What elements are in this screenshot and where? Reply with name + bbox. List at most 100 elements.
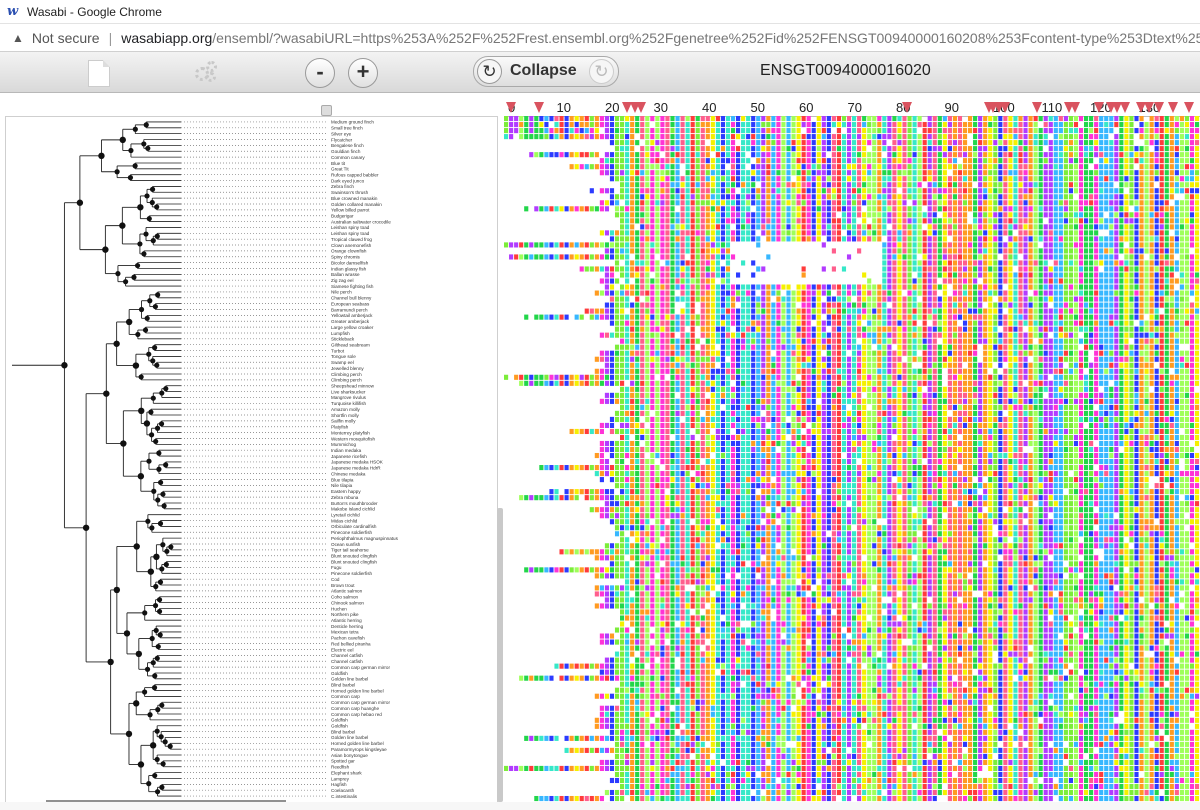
tree-node[interactable] xyxy=(145,145,151,151)
tree-node[interactable] xyxy=(154,728,160,734)
tree-node[interactable] xyxy=(148,409,154,415)
tree-node[interactable] xyxy=(153,583,159,590)
tree-node[interactable] xyxy=(154,756,160,763)
tree-node[interactable] xyxy=(146,351,152,357)
tree-node[interactable] xyxy=(156,597,163,603)
ruler-marker[interactable] xyxy=(902,102,912,113)
tree-node[interactable] xyxy=(160,491,166,497)
tree-node[interactable] xyxy=(149,432,155,438)
url-path[interactable]: /ensembl/?wasabiURL=https%253A%252F%252F… xyxy=(212,30,1200,46)
tree-node[interactable] xyxy=(141,689,148,695)
tree-node[interactable] xyxy=(157,520,164,527)
ruler-marker[interactable] xyxy=(1168,102,1178,113)
tree-node[interactable] xyxy=(82,524,90,531)
tree-node[interactable] xyxy=(119,136,126,144)
tree-node[interactable] xyxy=(138,407,145,415)
tree-node[interactable] xyxy=(147,712,153,718)
vertical-scrollbar[interactable] xyxy=(497,508,503,802)
tree-node[interactable] xyxy=(151,488,157,494)
tree-node[interactable] xyxy=(123,630,131,637)
tree-node[interactable] xyxy=(149,635,155,642)
ruler-marker[interactable] xyxy=(1032,102,1042,113)
tree-node[interactable] xyxy=(146,781,152,787)
tree-node[interactable] xyxy=(132,126,138,132)
tree-node[interactable] xyxy=(132,163,138,169)
tree-node[interactable] xyxy=(156,450,162,456)
tree-node[interactable] xyxy=(143,122,149,128)
zoom-in-button[interactable]: + xyxy=(348,58,378,88)
tree-node[interactable] xyxy=(146,458,152,464)
tree-node[interactable] xyxy=(137,204,144,211)
security-status[interactable]: Not secure xyxy=(32,30,100,46)
tree-node[interactable] xyxy=(152,602,159,609)
tree-node[interactable] xyxy=(156,466,162,472)
tree-node[interactable] xyxy=(157,479,164,486)
tree-node[interactable] xyxy=(152,673,158,679)
tree-node[interactable] xyxy=(128,147,134,154)
tree-node[interactable] xyxy=(152,345,158,351)
settings-gears-icon[interactable] xyxy=(194,58,220,84)
redo-icon[interactable]: ↻ xyxy=(589,59,614,84)
tree-node[interactable] xyxy=(159,702,165,708)
tree-node[interactable] xyxy=(163,462,169,468)
tree-node[interactable] xyxy=(161,503,167,509)
tree-node[interactable] xyxy=(154,204,160,210)
ruler-marker[interactable] xyxy=(1120,102,1130,113)
tree-node[interactable] xyxy=(131,274,137,280)
tree-node[interactable] xyxy=(159,390,165,396)
tree-node[interactable] xyxy=(159,566,165,572)
tree-node[interactable] xyxy=(102,246,109,253)
ruler-marker[interactable] xyxy=(636,102,646,113)
alignment-ruler[interactable]: 0 10 20 30 40 50 60 70 80 90 100 110 120 130 xyxy=(504,98,1200,117)
tree-node[interactable] xyxy=(125,730,133,738)
tree-node[interactable] xyxy=(137,473,145,480)
document-icon[interactable] xyxy=(88,60,110,87)
ruler-marker[interactable] xyxy=(1154,102,1164,113)
phylogenetic-tree[interactable]: Medium ground finchSmall tree finchSilve… xyxy=(6,117,498,802)
collapse-button[interactable]: Collapse xyxy=(510,62,577,80)
tree-node[interactable] xyxy=(156,608,163,615)
tree-node[interactable] xyxy=(76,199,84,206)
tree-node[interactable] xyxy=(155,707,161,713)
tree-node[interactable] xyxy=(144,315,150,321)
tree-node[interactable] xyxy=(133,543,140,550)
tree-node[interactable] xyxy=(138,306,145,313)
tree-node[interactable] xyxy=(157,632,163,638)
tree-node[interactable] xyxy=(152,303,158,310)
tree-node[interactable] xyxy=(155,497,161,503)
tree-node[interactable] xyxy=(137,241,143,247)
tree-node[interactable] xyxy=(158,421,165,427)
tree-node[interactable] xyxy=(142,327,149,333)
tree-node[interactable] xyxy=(98,152,105,160)
tree-node[interactable] xyxy=(162,739,168,745)
tree-node[interactable] xyxy=(163,386,169,392)
tree-node[interactable] xyxy=(135,331,141,338)
tree-node[interactable] xyxy=(150,238,156,244)
ruler-marker[interactable] xyxy=(506,102,516,113)
tree-node[interactable] xyxy=(147,298,153,304)
tree-node[interactable] xyxy=(61,362,68,369)
tree-node[interactable] xyxy=(153,438,159,445)
ruler-marker[interactable] xyxy=(1094,102,1104,113)
tree-node[interactable] xyxy=(127,175,134,181)
ruler-marker[interactable] xyxy=(1070,102,1080,113)
tree-node[interactable] xyxy=(137,761,145,768)
tree-node[interactable] xyxy=(149,199,155,206)
tree-node[interactable] xyxy=(113,340,120,347)
tree-node[interactable] xyxy=(125,318,133,326)
tree-node[interactable] xyxy=(120,440,127,447)
tree-node[interactable] xyxy=(153,627,159,634)
tree-node[interactable] xyxy=(155,292,161,298)
ruler-marker[interactable] xyxy=(534,102,544,113)
tree-node[interactable] xyxy=(115,271,121,277)
address-bar[interactable]: ▲ Not secure | wasabiapp.org /ensembl/?w… xyxy=(0,24,1200,52)
tree-node[interactable] xyxy=(160,542,166,548)
tree-node[interactable] xyxy=(150,395,156,401)
tree-node[interactable] xyxy=(154,233,160,239)
ruler-marker[interactable] xyxy=(1184,102,1194,113)
tree-node[interactable] xyxy=(160,761,166,767)
sequence-alignment[interactable] xyxy=(504,116,1200,802)
tree-node[interactable] xyxy=(144,666,151,672)
tree-node[interactable] xyxy=(143,231,149,237)
tree-node[interactable] xyxy=(134,262,141,269)
